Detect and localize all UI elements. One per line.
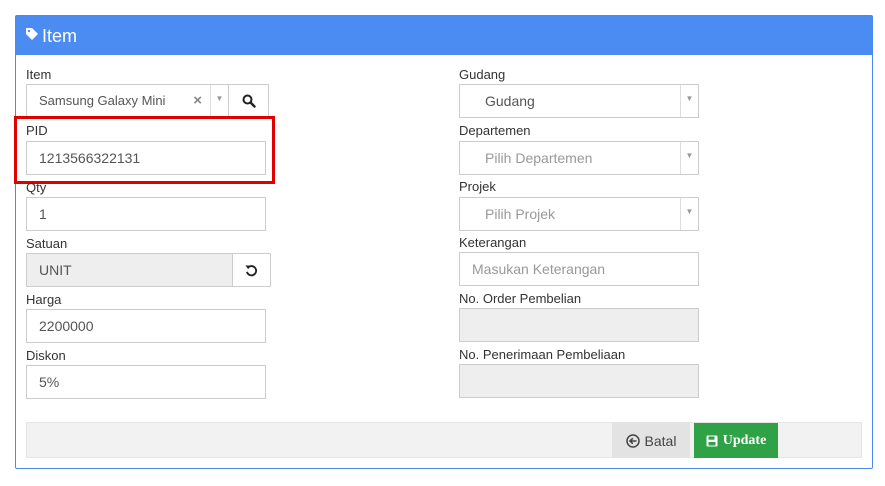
search-item-button[interactable] — [228, 84, 269, 118]
refresh-satuan-button[interactable] — [232, 253, 271, 287]
satuan-field: UNIT — [26, 253, 233, 287]
diskon-field[interactable]: 5% — [26, 365, 266, 399]
gudang-select[interactable]: Gudang ▼ — [459, 84, 699, 118]
harga-field[interactable]: 2200000 — [26, 309, 266, 343]
departemen-label: Departemen — [459, 123, 531, 138]
gudang-select-value: Gudang — [485, 93, 535, 109]
projek-label: Projek — [459, 179, 496, 194]
penerimaan-field — [459, 364, 699, 398]
chevron-down-icon: ▼ — [210, 85, 228, 117]
qty-label: Qty — [26, 180, 47, 195]
satuan-label: Satuan — [26, 236, 68, 251]
save-icon — [706, 435, 718, 446]
departemen-select[interactable]: Pilih Departemen ▼ — [459, 141, 699, 175]
diskon-label: Diskon — [26, 348, 66, 363]
chevron-down-icon: ▼ — [680, 198, 698, 230]
order-field — [459, 308, 699, 342]
keterangan-field[interactable]: Masukan Keterangan — [459, 252, 699, 286]
keterangan-label: Keterangan — [459, 235, 527, 250]
update-button[interactable]: Update — [694, 423, 778, 458]
item-label: Item — [26, 67, 52, 82]
qty-field[interactable]: 1 — [26, 197, 266, 231]
departemen-select-placeholder: Pilih Departemen — [485, 150, 593, 166]
projek-select[interactable]: Pilih Projek ▼ — [459, 197, 699, 231]
clear-icon[interactable]: × — [193, 85, 202, 117]
gudang-label: Gudang — [459, 67, 506, 82]
projek-select-placeholder: Pilih Projek — [485, 206, 556, 222]
batal-button[interactable]: Batal — [612, 423, 690, 458]
pid-field[interactable]: 1213566322131 — [26, 141, 266, 175]
chevron-down-icon: ▼ — [680, 142, 698, 174]
arrow-circle-left-icon — [625, 433, 640, 448]
batal-label: Batal — [644, 432, 677, 449]
item-select-value: Samsung Galaxy Mini — [39, 93, 166, 108]
update-label: Update — [722, 432, 767, 448]
penerimaan-label: No. Penerimaan Pembeliaan — [459, 347, 626, 362]
refresh-icon — [245, 264, 257, 276]
order-label: No. Order Pembelian — [459, 291, 582, 306]
harga-label: Harga — [26, 292, 62, 307]
item-select[interactable]: Samsung Galaxy Mini × ▼ — [26, 84, 229, 118]
panel-header: Item — [16, 16, 872, 55]
pid-label: PID — [26, 123, 48, 138]
chevron-down-icon: ▼ — [680, 85, 698, 117]
panel-title: Item — [42, 25, 78, 46]
tag-icon — [26, 15, 38, 54]
search-icon — [242, 94, 256, 108]
